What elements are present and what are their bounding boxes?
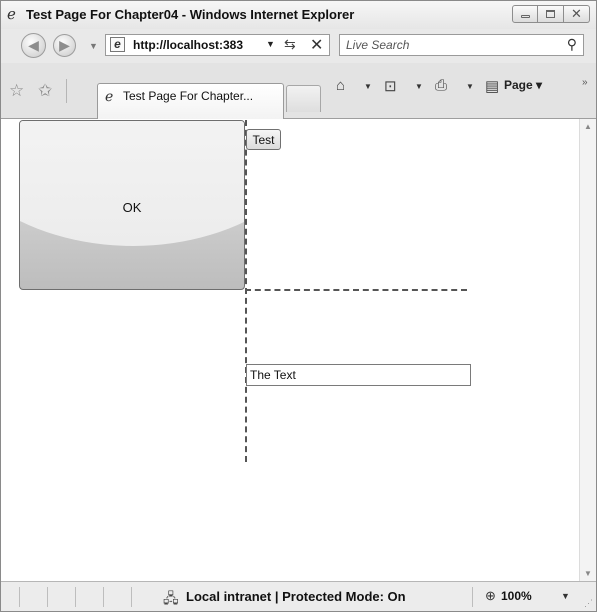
toolbar-separator (66, 79, 67, 103)
print-icon[interactable]: ⎙ (435, 77, 447, 94)
add-favorites-icon[interactable]: ✩ (38, 81, 52, 101)
address-bar[interactable]: e http://localhost:383 ▼ ⇆ ✕ (105, 34, 330, 56)
tab-test-page[interactable]: ℯ Test Page For Chapter... (97, 83, 284, 119)
status-divider (131, 587, 132, 607)
browser-window: ℯ Test Page For Chapter04 - Windows Inte… (0, 0, 597, 612)
close-button[interactable]: ✕ (564, 5, 590, 23)
refresh-icon[interactable]: ⇆ (284, 36, 296, 53)
security-zone-text[interactable]: Local intranet | Protected Mode: On (186, 589, 406, 604)
status-divider (47, 587, 48, 607)
status-divider (19, 587, 20, 607)
tab-page-icon: ℯ (105, 88, 114, 104)
close-icon: ✕ (571, 6, 582, 21)
intranet-zone-icon: 🖧 (163, 590, 179, 606)
zoom-level[interactable]: 100% (501, 589, 532, 603)
text-input[interactable] (246, 364, 471, 386)
address-row: ◀ ▶ ▼ e http://localhost:383 ▼ ⇆ ✕ ⚲ (1, 29, 596, 63)
page-menu-label: Page (504, 78, 533, 92)
page-icon: e (110, 37, 125, 52)
address-dropdown-icon[interactable]: ▼ (266, 39, 275, 49)
favorites-star-icon[interactable]: ☆ (9, 81, 24, 101)
horizontal-grid-line (245, 289, 467, 291)
test-button[interactable]: Test (246, 129, 281, 150)
status-divider (103, 587, 104, 607)
scroll-down-icon[interactable]: ▼ (584, 569, 592, 578)
feeds-dropdown-icon[interactable]: ▼ (415, 82, 423, 91)
back-button[interactable]: ◀ (21, 33, 46, 58)
feeds-icon[interactable]: ⊡ (384, 77, 397, 95)
search-input[interactable] (340, 35, 556, 55)
more-commands-chevron-icon[interactable]: » (582, 77, 588, 88)
ie-logo-icon: ℯ (7, 6, 16, 23)
caption-buttons: ✕ (512, 5, 590, 24)
forward-arrow-icon: ▶ (59, 37, 70, 53)
zoom-icon[interactable]: ⊕ (485, 588, 496, 604)
maximize-icon (546, 10, 555, 18)
vertical-grid-line (245, 120, 247, 462)
window-title: Test Page For Chapter04 - Windows Intern… (26, 7, 355, 22)
zoom-dropdown-icon[interactable]: ▼ (561, 591, 570, 601)
button-gloss (20, 121, 244, 246)
vertical-scrollbar[interactable]: ▲ ▼ (579, 119, 596, 581)
ok-button[interactable]: OK (19, 120, 245, 290)
resize-grip-icon[interactable]: ⋰ (584, 598, 593, 609)
status-bar: 🖧 Local intranet | Protected Mode: On ⊕ … (1, 581, 596, 611)
stop-icon[interactable]: ✕ (310, 35, 323, 55)
search-icon[interactable]: ⚲ (567, 36, 577, 53)
page-menu-button[interactable]: Page ▾ (504, 78, 542, 92)
page-menu-icon[interactable]: ▤ (485, 77, 499, 95)
new-tab-button[interactable] (286, 85, 321, 112)
search-box: ⚲ (339, 34, 584, 56)
ok-button-label: OK (122, 200, 142, 215)
home-icon[interactable]: ⌂ (336, 77, 345, 94)
status-divider (75, 587, 76, 607)
back-arrow-icon: ◀ (28, 37, 39, 53)
recent-pages-dropdown[interactable]: ▼ (89, 41, 98, 51)
page-content: OK Test (1, 119, 579, 581)
maximize-button[interactable] (538, 5, 564, 23)
home-dropdown-icon[interactable]: ▼ (364, 82, 372, 91)
minimize-button[interactable] (512, 5, 538, 23)
title-bar[interactable]: ℯ Test Page For Chapter04 - Windows Inte… (1, 1, 596, 29)
minimize-icon (521, 15, 530, 18)
print-dropdown-icon[interactable]: ▼ (466, 82, 474, 91)
status-divider (472, 587, 473, 607)
tab-label: Test Page For Chapter... (123, 89, 254, 103)
url-text[interactable]: http://localhost:383 (133, 38, 243, 52)
scroll-up-icon[interactable]: ▲ (584, 122, 592, 131)
forward-button[interactable]: ▶ (53, 34, 76, 57)
tab-command-bar: ☆ ✩ ℯ Test Page For Chapter... ⌂ ▼ ⊡ ▼ ⎙… (1, 63, 596, 119)
